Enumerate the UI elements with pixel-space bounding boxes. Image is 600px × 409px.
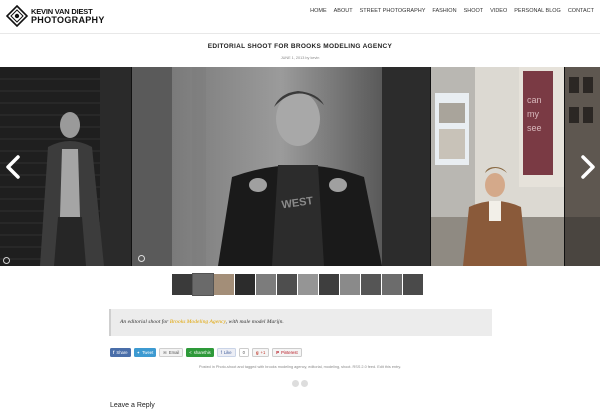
main-nav: HOME ABOUT STREET PHOTOGRAPHY FASHION SH… [310,8,594,14]
thumbnail[interactable] [214,274,234,295]
facebook-like-button[interactable]: f Like [216,347,236,357]
pinterest-button[interactable]: P Pinterest [272,347,302,357]
thumbnail[interactable] [277,274,297,295]
nav-about[interactable]: ABOUT [334,8,353,14]
gallery-photo-leather-jacket[interactable]: WEST [132,67,430,266]
logo-tagline: PHOTOGRAPHY [31,15,105,25]
sharethis-label: sharethis [193,349,211,355]
envelope-icon: ✉ [163,349,167,355]
thumbnail[interactable] [235,274,255,295]
google-plus-icon: g [255,349,259,355]
thumbnail[interactable] [256,274,276,295]
facebook-icon: f [113,349,115,355]
photo-gallery[interactable]: WEST can my see [0,67,600,266]
logo-mark-icon [6,5,28,27]
thumbnail[interactable] [298,274,318,295]
email-share-button[interactable]: ✉ Email [159,347,184,357]
reply-heading: Leave a Reply [110,402,155,409]
gallery-next-button[interactable] [579,155,597,179]
svg-text:my: my [527,109,539,119]
thumbnail[interactable] [382,274,402,295]
chevron-right-icon [581,155,595,179]
gallery-photo-color-portrait[interactable]: can my see [431,67,564,266]
gallery-prev-button[interactable] [4,155,22,179]
pinterest-icon: P [276,349,280,355]
thumbnail[interactable] [403,274,423,295]
share-bar: f Share ✦ Tweet ✉ Email < sharethis f Like 0 … [110,347,302,357]
nav-home[interactable]: HOME [310,8,327,14]
email-share-label: Email [168,349,180,355]
post-title: EDITORIAL SHOOT FOR BROOKS MODELING AGEN… [207,43,393,50]
facebook-share-button[interactable]: f Share [110,347,131,357]
facebook-like-label: Like [223,349,232,355]
like-count: 0 [238,347,249,357]
gallery-thumbnails [172,273,428,296]
svg-text:can: can [527,95,542,105]
nav-personal-blog[interactable]: PERSONAL BLOG [514,8,561,14]
posted-in-meta: Posted in Photo-shoot and tagged with br… [198,365,402,369]
chevron-left-icon [6,155,20,179]
thumbnail[interactable] [172,274,192,295]
photo-pin-icon [3,257,10,264]
caption-text: An editorial shoot for Brooks Modeling A… [120,319,284,325]
nav-shoot[interactable]: SHOOT [464,8,484,14]
nav-video[interactable]: VIDEO [490,8,507,14]
thumbnail[interactable] [361,274,381,295]
caption-prefix: An editorial shoot for [120,319,170,325]
twitter-share-button[interactable]: ✦ Tweet [133,347,157,357]
next-post-button[interactable] [301,380,308,387]
google-plus-button[interactable]: g +1 [251,347,270,357]
twitter-share-label: Tweet [142,349,154,355]
caption-suffix: , with male model Marijn. [225,319,284,325]
prev-post-button[interactable] [292,380,299,387]
site-logo[interactable]: KEVIN VAN DIEST PHOTOGRAPHY [6,5,104,27]
facebook-share-label: Share [116,349,128,355]
nav-street-photography[interactable]: STREET PHOTOGRAPHY [360,8,426,14]
svg-text:see: see [527,123,542,133]
thumbs-up-icon: f [220,349,222,355]
photo-pin-icon [138,255,145,262]
twitter-icon: ✦ [136,349,141,355]
post-caption: An editorial shoot for Brooks Modeling A… [109,309,492,336]
sharethis-icon: < [189,349,192,355]
pinterest-label: Pinterest [281,349,298,355]
post-pager [292,380,310,387]
post-meta: JUNE 1, 2013 by kevin [280,56,320,60]
site-header: KEVIN VAN DIEST PHOTOGRAPHY HOME ABOUT S… [0,0,600,30]
google-plus-label: +1 [260,349,266,355]
sharethis-button[interactable]: < sharethis [186,347,214,357]
nav-fashion[interactable]: FASHION [432,8,456,14]
nav-contact[interactable]: CONTACT [568,8,594,14]
brooks-agency-link[interactable]: Brooks Modeling Agency [170,319,226,325]
thumbnail[interactable] [340,274,360,295]
thumbnail-active[interactable] [192,273,214,296]
thumbnail[interactable] [319,274,339,295]
header-divider [0,33,600,34]
